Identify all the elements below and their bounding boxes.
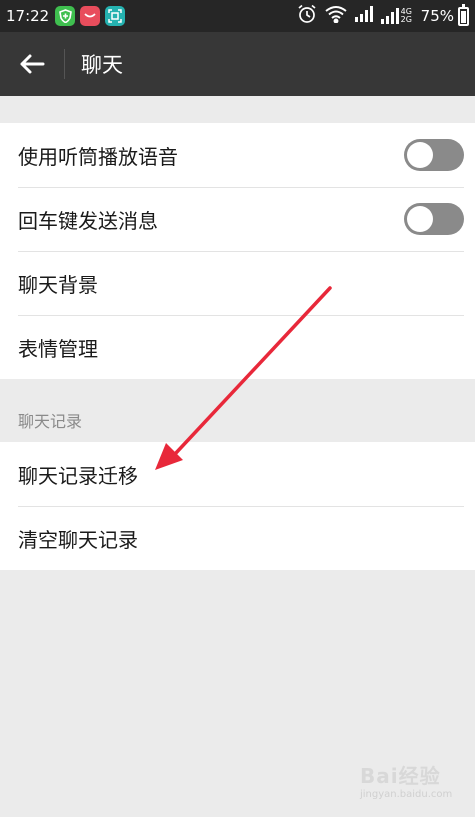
battery-icon bbox=[458, 3, 469, 26]
toggle-knob bbox=[407, 142, 433, 168]
setting-item-chat-background[interactable]: 聊天背景 bbox=[0, 251, 475, 315]
setting-label: 使用听筒播放语音 bbox=[18, 144, 178, 169]
setting-item-sticker-management[interactable]: 表情管理 bbox=[0, 315, 475, 379]
chat-history-group: 聊天记录迁移 清空聊天记录 bbox=[0, 442, 475, 570]
setting-item-earpiece-voice[interactable]: 使用听筒播放语音 bbox=[0, 123, 475, 187]
shopping-bag-icon bbox=[80, 6, 101, 26]
security-shield-icon bbox=[55, 6, 76, 26]
watermark-url: jingyan.baidu.com bbox=[360, 789, 453, 800]
enter-to-send-toggle[interactable] bbox=[404, 203, 464, 235]
status-time: 17:22 bbox=[6, 7, 50, 25]
arrow-left-icon bbox=[20, 54, 45, 74]
setting-label: 聊天记录迁移 bbox=[18, 463, 138, 488]
signal-icon: 4G 2G bbox=[380, 7, 413, 24]
page-title: 聊天 bbox=[81, 53, 123, 77]
setting-item-enter-to-send[interactable]: 回车键发送消息 bbox=[0, 187, 475, 251]
wifi-icon bbox=[325, 5, 347, 27]
back-button[interactable] bbox=[0, 32, 64, 96]
setting-label: 表情管理 bbox=[18, 336, 98, 361]
network-type-label: 4G 2G bbox=[400, 7, 412, 24]
watermark-text: Bai经验 bbox=[360, 764, 441, 788]
alarm-icon bbox=[297, 4, 317, 28]
setting-item-clear-chat-history[interactable]: 清空聊天记录 bbox=[0, 506, 475, 570]
setting-label: 回车键发送消息 bbox=[18, 208, 158, 233]
battery-indicator: 75% bbox=[420, 3, 469, 26]
earpiece-voice-toggle[interactable] bbox=[404, 139, 464, 171]
signal-icon bbox=[354, 6, 373, 26]
baidu-jingyan-watermark: Bai经验 bbox=[360, 760, 441, 789]
setting-label: 清空聊天记录 bbox=[18, 527, 138, 552]
battery-percent: 75% bbox=[420, 7, 454, 25]
app-bar-divider bbox=[64, 49, 65, 79]
scan-icon bbox=[105, 6, 126, 26]
section-header-chat-history: 聊天记录 bbox=[18, 412, 83, 431]
setting-item-chat-history-migration[interactable]: 聊天记录迁移 bbox=[0, 442, 475, 506]
app-bar: 聊天 bbox=[0, 32, 475, 96]
toggle-knob bbox=[407, 206, 433, 232]
battery-level-fill bbox=[461, 11, 466, 23]
status-bar: 17:22 4G 2G 75% bbox=[0, 0, 475, 32]
setting-label: 聊天背景 bbox=[18, 272, 98, 297]
settings-group: 使用听筒播放语音 回车键发送消息 聊天背景 表情管理 bbox=[0, 123, 475, 379]
